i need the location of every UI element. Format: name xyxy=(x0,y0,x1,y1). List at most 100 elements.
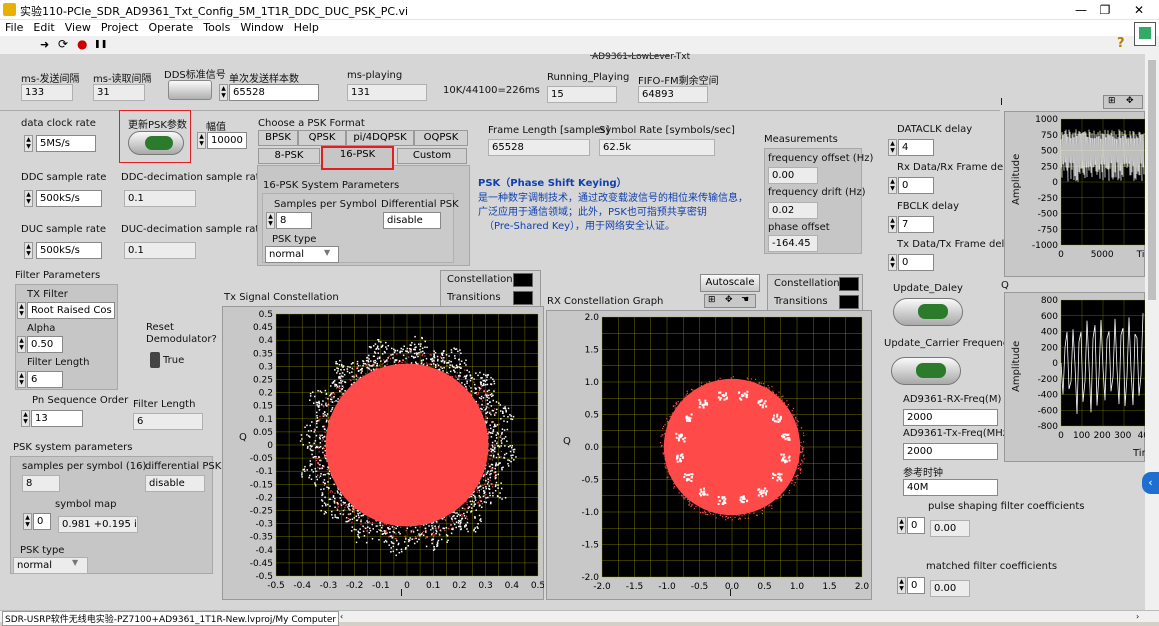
tab-custom[interactable]: Custom xyxy=(397,148,467,164)
dds-button[interactable] xyxy=(168,80,212,100)
scroll-left-icon[interactable]: ‹ xyxy=(340,612,343,621)
update-delay-button[interactable] xyxy=(893,298,963,326)
transition-point xyxy=(687,402,690,404)
expand-arrow-icon[interactable]: ‹ xyxy=(1142,472,1159,494)
alpha-input[interactable]: 0.50 xyxy=(27,336,63,353)
transition-point xyxy=(722,382,725,384)
pan-icon[interactable]: ✥ xyxy=(1126,96,1134,106)
data-clock-select[interactable]: 5MS/s xyxy=(36,135,96,152)
fbclk-input[interactable]: 7 xyxy=(898,216,934,233)
menu-operate[interactable]: Operate xyxy=(143,20,198,36)
run-continuous-icon[interactable]: ⟳ xyxy=(58,37,68,51)
vertical-scrollbar-thumb[interactable] xyxy=(1148,60,1156,300)
symbol-map-index[interactable]: 0 xyxy=(33,513,51,530)
rxframe-spinner[interactable]: ▲ ▼ xyxy=(888,177,897,194)
filter-len-input[interactable]: 6 xyxy=(27,371,63,388)
matched-index[interactable]: 0 xyxy=(907,577,925,594)
format-diff-select[interactable]: disable xyxy=(383,212,441,229)
constellation-point xyxy=(504,436,507,438)
tab-pi4dqpsk[interactable]: pi/4DQPSK xyxy=(346,130,414,146)
constellation-point xyxy=(443,356,445,359)
menu-project[interactable]: Project xyxy=(96,20,144,36)
alpha-spinner[interactable]: ▲ ▼ xyxy=(17,336,26,353)
transition-point xyxy=(456,372,458,374)
fbclk-spinner[interactable]: ▲ ▼ xyxy=(888,216,897,233)
menu-tools[interactable]: Tools xyxy=(198,20,235,36)
transition-point xyxy=(794,450,797,452)
tab-oqpsk[interactable]: OQPSK xyxy=(414,130,468,146)
transition-point xyxy=(473,381,475,383)
amplitude-input[interactable]: 10000 xyxy=(207,132,247,149)
update-carrier-button[interactable] xyxy=(891,357,961,385)
close-button[interactable]: ✕ xyxy=(1116,0,1159,20)
help-icon[interactable]: ? xyxy=(1117,36,1125,51)
single-count-spinner[interactable]: ▲ ▼ xyxy=(219,84,228,101)
tx-filter-spinner[interactable]: ▲ ▼ xyxy=(17,302,26,319)
dataclk-input[interactable]: 4 xyxy=(898,139,934,156)
rxframe-input[interactable]: 0 xyxy=(898,177,934,194)
constellation-point xyxy=(319,442,322,444)
abort-icon[interactable]: ● xyxy=(77,37,87,51)
transition-point xyxy=(416,369,418,371)
autoscale-button[interactable]: Autoscale xyxy=(700,274,760,292)
menu-view[interactable]: View xyxy=(60,20,96,36)
constellation-point xyxy=(330,410,332,413)
pn-input[interactable]: 13 xyxy=(31,410,83,427)
tab-16psk[interactable]: 16-PSK xyxy=(321,146,394,170)
constellation-point xyxy=(339,372,341,375)
transition-point xyxy=(484,399,487,401)
transition-point xyxy=(494,444,496,446)
constellation-point xyxy=(475,372,477,374)
constellation-point xyxy=(367,361,370,363)
hand-icon[interactable]: ☚ xyxy=(741,295,749,305)
pan-icon[interactable]: ✥ xyxy=(725,295,733,305)
pause-icon[interactable]: ❚❚ xyxy=(94,39,107,48)
tx-filter-select[interactable]: Root Raised Cos xyxy=(27,302,115,319)
update-psk-button[interactable] xyxy=(128,131,184,155)
duc-spinner[interactable]: ▲ ▼ xyxy=(24,242,33,259)
ref-clk-input[interactable]: 40M xyxy=(903,479,998,496)
txframe-spinner[interactable]: ▲ ▼ xyxy=(888,254,897,271)
ddc-select[interactable]: 500kS/s xyxy=(36,190,102,207)
format-sps-spinner[interactable]: ▲ ▼ xyxy=(266,212,275,229)
duc-select[interactable]: 500kS/s xyxy=(36,242,102,259)
txframe-input[interactable]: 0 xyxy=(898,254,934,271)
transition-point xyxy=(330,400,332,403)
tab-bpsk[interactable]: BPSK xyxy=(258,130,298,146)
constellation-point xyxy=(442,370,444,372)
constellation-point xyxy=(344,381,346,383)
data-clock-spinner[interactable]: ▲ ▼ xyxy=(24,135,33,152)
constellation-point xyxy=(477,374,479,377)
tab-qpsk[interactable]: QPSK xyxy=(298,130,346,146)
menu-window[interactable]: Window xyxy=(235,20,288,36)
menu-edit[interactable]: Edit xyxy=(28,20,59,36)
zoom-icon[interactable]: ⊞ xyxy=(1108,96,1116,106)
menu-help[interactable]: Help xyxy=(289,20,324,36)
rx-freq-input[interactable]: 2000 xyxy=(903,409,998,426)
constellation-point xyxy=(463,525,466,527)
tab-8psk[interactable]: 8-PSK xyxy=(258,148,320,164)
symbol-map-spinner[interactable]: ▲ ▼ xyxy=(23,513,32,530)
filter-len-spinner[interactable]: ▲ ▼ xyxy=(17,371,26,388)
transition-point xyxy=(723,511,725,513)
scroll-right-icon[interactable]: › xyxy=(1136,612,1139,621)
zoom-icon[interactable]: ⊞ xyxy=(708,295,716,305)
constellation-point xyxy=(510,454,512,457)
single-count-input[interactable]: 65528 xyxy=(229,84,319,101)
reset-demod-toggle[interactable] xyxy=(150,352,160,368)
menu-file[interactable]: File xyxy=(0,20,28,36)
amplitude-spinner[interactable]: ▲ ▼ xyxy=(197,132,206,149)
txframe-label: Tx Data/Tx Frame delay xyxy=(897,239,1017,250)
constellation-point xyxy=(348,372,351,374)
tx-freq-input[interactable]: 2000 xyxy=(903,443,998,460)
transition-point xyxy=(360,519,362,521)
pn-spinner[interactable]: ▲ ▼ xyxy=(21,410,30,427)
pulse-spinner[interactable]: ▲ ▼ xyxy=(897,517,906,534)
ddc-spinner[interactable]: ▲ ▼ xyxy=(24,190,33,207)
matched-spinner[interactable]: ▲ ▼ xyxy=(897,577,906,594)
pulse-index[interactable]: 0 xyxy=(907,517,925,534)
format-sps-input[interactable]: 8 xyxy=(276,212,312,229)
y-tick-label: 0 xyxy=(1052,359,1058,369)
run-arrow-icon[interactable]: ➜ xyxy=(40,38,49,51)
dataclk-spinner[interactable]: ▲ ▼ xyxy=(888,139,897,156)
